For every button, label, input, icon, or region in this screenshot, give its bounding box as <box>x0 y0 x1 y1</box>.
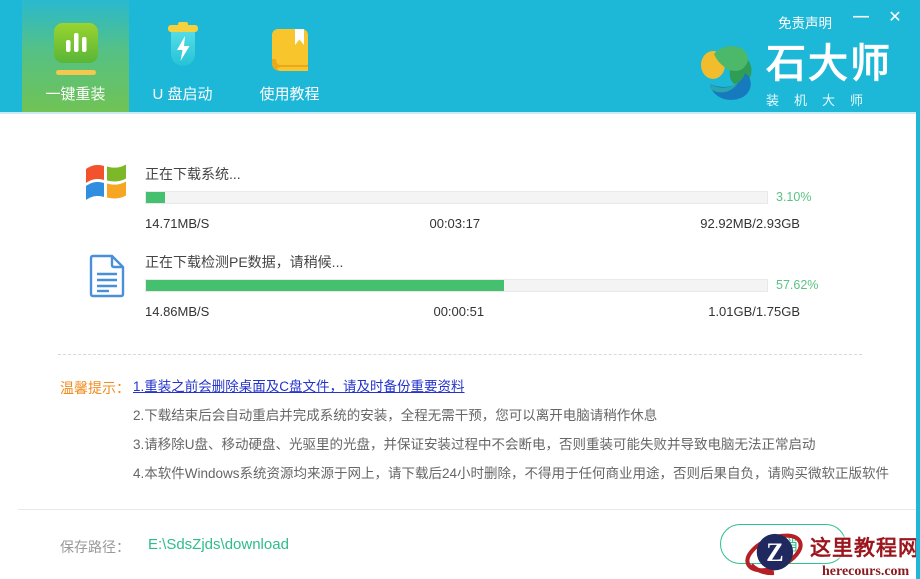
brand-name: 石大师 <box>766 42 892 86</box>
brand-subtitle: 装机大师 <box>766 90 892 109</box>
watermark-text: 这里教程网 herecours.com <box>810 526 920 579</box>
brand-text: 石大师 装机大师 <box>766 42 892 109</box>
tips-section: 温馨提示： 1.重装之前会删除桌面及C盘文件，请及时备份重要资料 2.下载结束后… <box>60 372 880 488</box>
watermark-z-icon: Z <box>744 526 804 579</box>
app-window: 一键重装 U 盘启动 <box>0 0 920 579</box>
download-size: 92.92MB/2.93GB <box>700 216 800 231</box>
windows-logo <box>84 160 128 211</box>
download-time: 00:03:17 <box>429 216 480 231</box>
download-row-pe: 正在下载检测PE数据，请稍候... 57.62% 14.86MB/S 00:00… <box>0 252 920 332</box>
progress-percent: 3.10% <box>776 190 811 204</box>
save-path-value: E:\SdsZjds\download <box>148 536 289 553</box>
dashed-divider <box>58 354 862 355</box>
save-path-label: 保存路径： <box>60 537 130 557</box>
progress-percent: 57.62% <box>776 278 818 292</box>
progress-fill <box>146 192 165 203</box>
download-speed: 14.71MB/S <box>145 216 209 231</box>
tip-item: 4.本软件Windows系统资源均来源于网上，请下载后24小时删除，不得用于任何… <box>133 459 880 488</box>
site-watermark: Z 这里教程网 herecours.com <box>744 526 920 579</box>
tip-item: 3.请移除U盘、移动硬盘、光驱里的光盘，并保证安装过程中不会断电，否则重装可能失… <box>133 430 880 459</box>
download-speed: 14.86MB/S <box>145 304 209 319</box>
tab-one-key-reinstall[interactable]: 一键重装 <box>22 0 129 112</box>
brand-logo: 石大师 装机大师 <box>700 42 892 109</box>
watermark-site-url: herecours.com <box>810 564 920 579</box>
download-title: 正在下载检测PE数据，请稍候... <box>145 252 343 272</box>
shidashi-logo-icon <box>700 42 756 106</box>
download-size: 1.01GB/1.75GB <box>708 304 800 319</box>
window-right-border <box>916 0 920 579</box>
document-icon <box>88 254 126 303</box>
usb-shield-icon <box>161 13 205 75</box>
tab-tutorial[interactable]: 使用教程 <box>236 0 343 112</box>
download-stats: 14.86MB/S 00:00:51 1.01GB/1.75GB <box>145 304 800 319</box>
tab-usb-boot[interactable]: U 盘启动 <box>129 0 236 112</box>
tab-label: 使用教程 <box>259 83 319 104</box>
download-stats: 14.71MB/S 00:03:17 92.92MB/2.93GB <box>145 216 800 231</box>
download-time: 00:00:51 <box>433 304 484 319</box>
tip-item: 1.重装之前会删除桌面及C盘文件，请及时备份重要资料 <box>133 372 880 401</box>
tips-label: 温馨提示： <box>60 378 130 398</box>
tips-list: 1.重装之前会删除桌面及C盘文件，请及时备份重要资料 2.下载结束后会自动重启并… <box>133 372 880 488</box>
footer-divider <box>18 509 920 510</box>
svg-text:Z: Z <box>766 538 784 567</box>
tab-label: 一键重装 <box>45 83 105 104</box>
watermark-site-name: 这里教程网 <box>810 532 920 562</box>
download-title: 正在下载系统... <box>145 164 241 184</box>
active-tab-underline <box>56 70 96 75</box>
header-bar: 一键重装 U 盘启动 <box>0 0 920 114</box>
close-button[interactable]: ✕ <box>884 6 906 28</box>
disclaimer-link[interactable]: 免责声明 <box>778 12 832 32</box>
progress-bar-pe <box>145 279 768 292</box>
progress-fill <box>146 280 504 291</box>
bar-chart-icon <box>53 13 99 75</box>
progress-bar-system <box>145 191 768 204</box>
book-icon <box>268 13 312 75</box>
tip-item: 2.下载结束后会自动重启并完成系统的安装，全程无需干预，您可以离开电脑请稍作休息 <box>133 401 880 430</box>
download-row-system: 正在下载系统... 3.10% 14.71MB/S 00:03:17 92.92… <box>0 164 920 244</box>
tab-bar: 一键重装 U 盘启动 <box>22 0 343 112</box>
minimize-button[interactable]: — <box>850 6 872 28</box>
tab-label: U 盘启动 <box>152 83 212 104</box>
